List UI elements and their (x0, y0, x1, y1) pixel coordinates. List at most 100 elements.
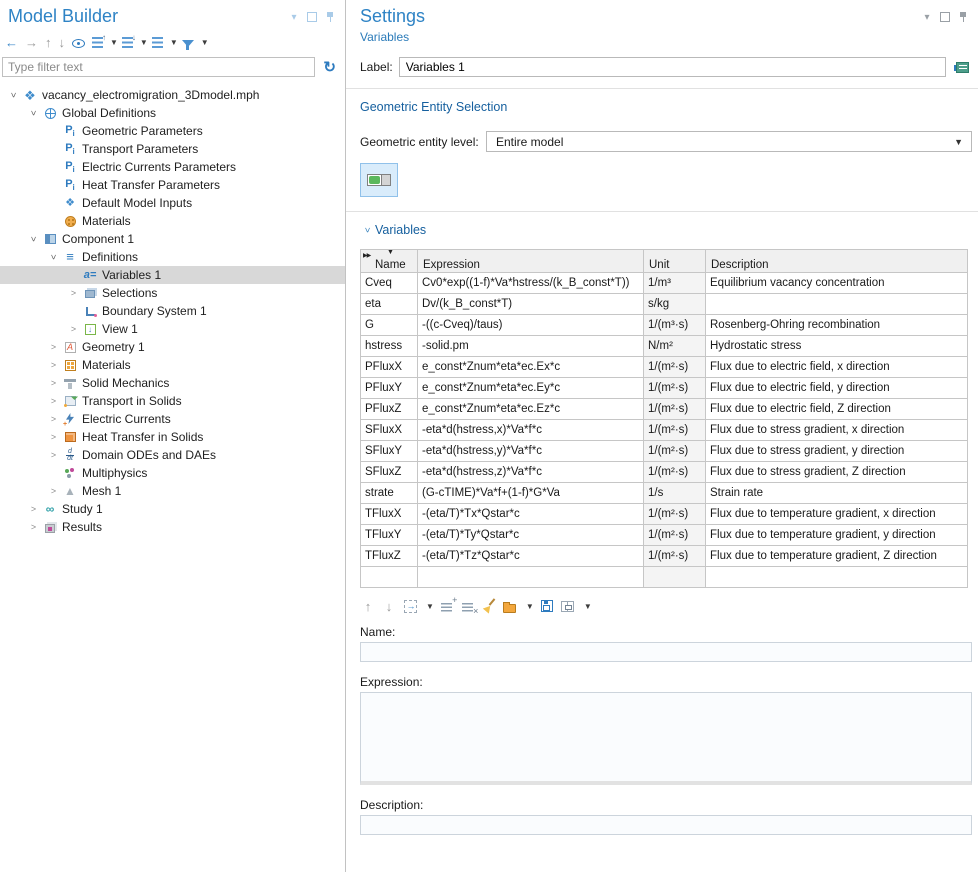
cell-name[interactable]: SFluxX (361, 420, 418, 441)
tree-item-boundary-system-1[interactable]: Boundary System 1 (0, 302, 345, 320)
delete-row-button[interactable] (460, 597, 476, 615)
cell-description[interactable]: Flux due to temperature gradient, y dire… (706, 525, 968, 546)
cell-expression[interactable]: -(eta/T)*Ty*Qstar*c (418, 525, 644, 546)
settings-subtitle[interactable]: Variables (360, 30, 978, 44)
cell-name[interactable] (361, 567, 418, 588)
menu-caret-icon[interactable] (289, 12, 299, 22)
cell-unit[interactable]: 1/(m²·s) (644, 525, 706, 546)
cell-expression[interactable]: (G-cTIME)*Va*f+(1-f)*G*Va (418, 483, 644, 504)
tree-expander-icon[interactable] (46, 378, 61, 388)
cell-name[interactable]: PFluxX (361, 357, 418, 378)
tree-item-electric-currents[interactable]: Electric Currents (0, 410, 345, 428)
tree-expander-icon[interactable] (46, 360, 61, 370)
cell-description[interactable] (706, 567, 968, 588)
cell-expression[interactable]: -eta*d(hstress,x)*Va*f*c (418, 420, 644, 441)
cell-unit[interactable]: 1/(m²·s) (644, 399, 706, 420)
cell-name[interactable]: eta (361, 294, 418, 315)
cell-unit[interactable]: 1/(m²·s) (644, 462, 706, 483)
cell-expression[interactable]: -solid.pm (418, 336, 644, 357)
refresh-button[interactable] (320, 57, 339, 77)
cell-unit[interactable]: 1/(m²·s) (644, 441, 706, 462)
tree-item-materials[interactable]: Materials (0, 356, 345, 374)
column-header-expression[interactable]: Expression (418, 250, 644, 273)
cell-expression[interactable]: Dv/(k_B_const*T) (418, 294, 644, 315)
tree-expander-icon[interactable] (26, 108, 41, 118)
cell-unit[interactable]: 1/(m²·s) (644, 420, 706, 441)
tree-expander-icon[interactable] (46, 396, 61, 406)
tree-expander-icon[interactable] (66, 324, 81, 334)
expand-all-dropdown-caret[interactable]: ▼ (110, 38, 118, 47)
float-window-icon[interactable] (307, 12, 317, 22)
cell-name[interactable]: G (361, 315, 418, 336)
cell-description[interactable]: Equilibrium vacancy concentration (706, 273, 968, 294)
cell-name[interactable]: PFluxZ (361, 399, 418, 420)
move-up-arrow-button[interactable]: ↑ (42, 32, 55, 52)
clear-table-button[interactable] (481, 597, 497, 615)
cell-expression[interactable] (418, 567, 644, 588)
tree-item-geometric-parameters[interactable]: Pi Geometric Parameters (0, 122, 345, 140)
move-down-arrow-button[interactable]: ↓ (56, 32, 69, 52)
cell-expression[interactable]: e_const*Znum*eta*ec.Ey*c (418, 378, 644, 399)
name-input[interactable] (360, 642, 972, 662)
cell-expression[interactable]: -((c-Cveq)/taus) (418, 315, 644, 336)
variables-section-header[interactable]: Variables (360, 223, 978, 237)
tree-item-view-1[interactable]: ↓ View 1 (0, 320, 345, 338)
cell-description[interactable] (706, 294, 968, 315)
move-up-arrow-button[interactable]: ↑ (360, 597, 376, 615)
collapse-all-button[interactable]: ↓ (119, 32, 136, 52)
rename-button[interactable] (952, 57, 972, 77)
move-down-arrow-button[interactable]: ↓ (381, 597, 397, 615)
tree-item-global-definitions[interactable]: Global Definitions (0, 104, 345, 122)
back-arrow-button[interactable]: ← (2, 32, 21, 52)
section-collapse-icon[interactable] (360, 225, 375, 235)
tree-item-geometry-1[interactable]: A Geometry 1 (0, 338, 345, 356)
tree-item-electric-currents-parameters[interactable]: Pi Electric Currents Parameters (0, 158, 345, 176)
node-label-button[interactable] (149, 32, 166, 52)
tree-expander-icon[interactable] (46, 414, 61, 424)
pin-window-icon[interactable] (325, 12, 335, 22)
cell-description[interactable]: Flux due to electric field, Z direction (706, 399, 968, 420)
tree-expander-icon[interactable] (46, 486, 61, 496)
cell-unit[interactable]: 1/(m²·s) (644, 546, 706, 567)
edit-columns-dropdown-caret[interactable]: ▼ (584, 602, 592, 611)
cell-description[interactable]: Flux due to stress gradient, Z direction (706, 462, 968, 483)
tree-item-mesh-1[interactable]: ▲ Mesh 1 (0, 482, 345, 500)
cell-description[interactable]: Hydrostatic stress (706, 336, 968, 357)
cell-unit[interactable]: 1/(m²·s) (644, 504, 706, 525)
cell-unit[interactable]: 1/(m²·s) (644, 357, 706, 378)
tree-item-variables-1[interactable]: a= Variables 1 (0, 266, 345, 284)
cell-name[interactable]: TFluxZ (361, 546, 418, 567)
tree-item-domain-odes-and-daes[interactable]: ddt Domain ODEs and DAEs (0, 446, 345, 464)
float-window-icon[interactable] (940, 12, 950, 22)
menu-caret-icon[interactable] (922, 12, 932, 22)
tree-item-study-1[interactable]: ∞ Study 1 (0, 500, 345, 518)
edit-columns-button[interactable] (560, 597, 576, 615)
cell-description[interactable]: Flux due to stress gradient, y direction (706, 441, 968, 462)
cell-description[interactable]: Flux due to electric field, x direction (706, 357, 968, 378)
cell-expression[interactable]: -eta*d(hstress,z)*Va*f*c (418, 462, 644, 483)
tree-expander-icon[interactable] (26, 522, 41, 532)
show-all-columns-icon[interactable]: ▶▶ (363, 252, 370, 259)
geometric-entity-level-dropdown[interactable]: Entire model ▼ (486, 131, 972, 152)
pin-window-icon[interactable] (958, 12, 968, 22)
active-selection-toggle-button[interactable] (360, 163, 398, 197)
column-header-description[interactable]: Description (706, 250, 968, 273)
cell-name[interactable]: TFluxX (361, 504, 418, 525)
show-eye-button[interactable] (69, 32, 88, 52)
cell-description[interactable]: Flux due to stress gradient, x direction (706, 420, 968, 441)
cell-unit[interactable] (644, 567, 706, 588)
collapse-all-dropdown-caret[interactable]: ▼ (140, 38, 148, 47)
cell-expression[interactable]: Cv0*exp((1-f)*Va*hstress/(k_B_const*T)) (418, 273, 644, 294)
cell-expression[interactable]: -eta*d(hstress,y)*Va*f*c (418, 441, 644, 462)
filter-funnel-dropdown-caret[interactable]: ▼ (201, 38, 209, 47)
cell-name[interactable]: PFluxY (361, 378, 418, 399)
tree-expander-icon[interactable] (26, 234, 41, 244)
cell-name[interactable]: strate (361, 483, 418, 504)
move-to-table-dropdown-caret[interactable]: ▼ (426, 602, 434, 611)
cell-description[interactable]: Flux due to temperature gradient, x dire… (706, 504, 968, 525)
cell-expression[interactable]: -(eta/T)*Tx*Qstar*c (418, 504, 644, 525)
tree-item-transport-parameters[interactable]: Pi Transport Parameters (0, 140, 345, 158)
column-header-name[interactable]: ▶▶ ▼ Name (361, 250, 418, 273)
cell-unit[interactable]: 1/m³ (644, 273, 706, 294)
tree-item-component-1[interactable]: Component 1 (0, 230, 345, 248)
